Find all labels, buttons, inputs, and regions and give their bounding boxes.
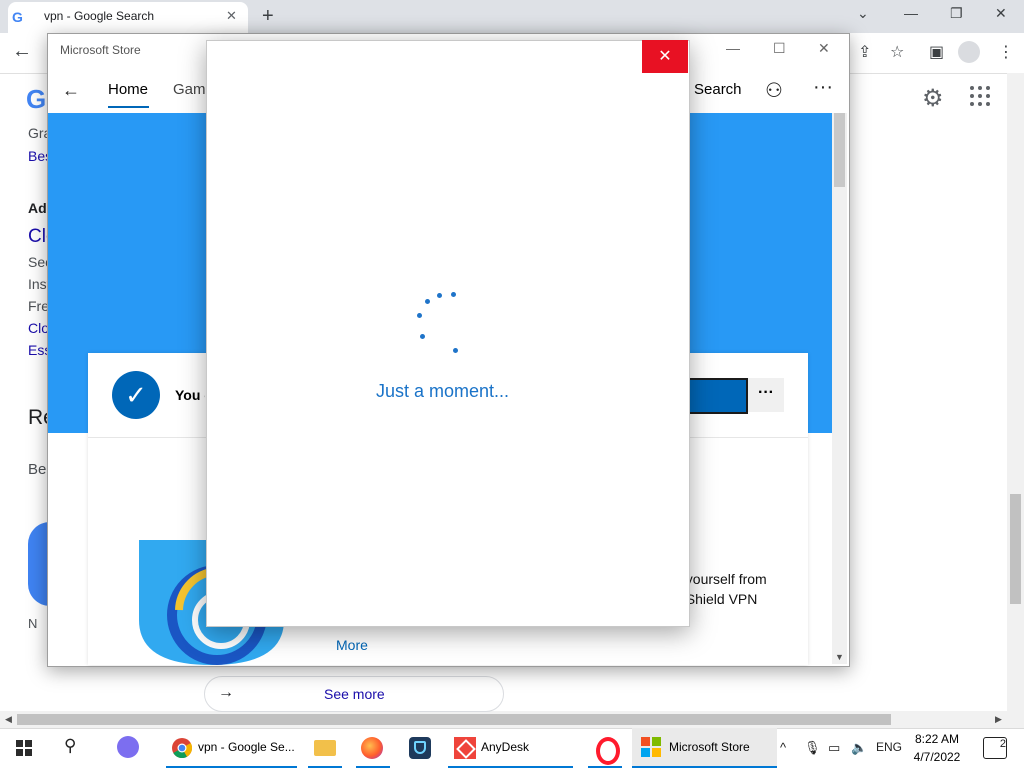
bookmark-star-icon[interactable]: ☆ — [890, 42, 904, 62]
store-maximize-icon[interactable]: ☐ — [773, 40, 786, 57]
result-fragment: Inst — [28, 276, 48, 292]
google-logo: G — [26, 84, 47, 114]
opera-icon[interactable] — [596, 737, 620, 765]
owned-check-icon: ✓ — [112, 371, 160, 419]
ad-label: Ad — [28, 200, 47, 216]
spinner-dot — [437, 293, 442, 298]
windows-start-icon[interactable] — [16, 740, 32, 756]
store-scroll-down-icon[interactable]: ▼ — [835, 652, 844, 662]
volume-icon[interactable]: 🔈 — [851, 740, 867, 756]
spinner-dot — [453, 348, 458, 353]
arrow-right-icon: → — [218, 684, 234, 701]
microsoft-store-icon — [641, 737, 661, 757]
owned-status-text: You o — [175, 387, 205, 403]
loading-text: Just a moment... — [376, 381, 510, 401]
page-vertical-scroll-thumb[interactable] — [1010, 494, 1021, 604]
store-close-icon[interactable]: ✕ — [818, 40, 830, 57]
taskbar-app-label: AnyDesk — [481, 740, 530, 754]
page-vertical-scrollbar[interactable] — [1007, 73, 1024, 713]
restore-icon[interactable]: ❐ — [950, 5, 963, 22]
store-window-title: Microsoft Store — [60, 43, 141, 57]
app-description-line: t yourself from — [678, 571, 767, 587]
store-scrollbar[interactable] — [832, 113, 847, 664]
nav-gaming-tab[interactable]: Gami — [173, 81, 209, 98]
store-scroll-thumb[interactable] — [834, 113, 845, 187]
shield-glyph-icon — [414, 741, 426, 754]
tab-search-chevron-icon[interactable]: ⌄ — [857, 5, 869, 22]
taskbar-app-label: Microsoft Store — [669, 740, 750, 754]
show-hidden-icons-chevron-icon[interactable]: ^ — [780, 740, 786, 755]
nav-home-underline — [108, 106, 149, 108]
result-fragment: Free — [28, 298, 48, 314]
result-fragment: N — [28, 616, 38, 631]
nav-search-button[interactable]: Search — [694, 81, 742, 98]
scroll-right-arrow-icon[interactable]: ▶ — [995, 714, 1002, 725]
google-favicon-icon: G — [12, 9, 23, 25]
minimize-icon[interactable]: — — [904, 5, 918, 21]
result-fragment[interactable]: Clo — [28, 320, 48, 336]
profile-avatar-icon[interactable] — [958, 41, 980, 63]
window-close-icon[interactable]: ✕ — [995, 5, 1007, 22]
network-icon[interactable]: ▭ — [828, 740, 840, 756]
spinner-dot — [451, 292, 456, 297]
notifications-icon[interactable]: 2 — [983, 737, 1007, 759]
settings-gear-icon[interactable]: ⚙ — [922, 84, 944, 113]
back-arrow-icon[interactable]: ← — [12, 40, 32, 63]
spinner-dot — [420, 334, 425, 339]
nav-home-tab[interactable]: Home — [108, 81, 148, 98]
new-tab-plus-icon[interactable]: + — [262, 5, 274, 28]
chrome-icon — [172, 738, 192, 758]
spinner-dot — [417, 313, 422, 318]
taskbar-search-icon[interactable]: ⚲ — [64, 736, 76, 756]
install-button[interactable] — [686, 378, 748, 414]
result-fragment[interactable]: Ess — [28, 342, 48, 358]
notification-count: 2 — [999, 738, 1006, 750]
microphone-icon[interactable]: 🎙 — [804, 740, 821, 756]
store-minimize-icon[interactable]: — — [726, 40, 740, 56]
page-horizontal-scroll-thumb[interactable] — [17, 714, 891, 725]
account-add-icon[interactable]: ⚇ — [765, 78, 783, 103]
language-indicator[interactable]: ENG — [876, 740, 902, 754]
cortana-icon[interactable] — [117, 736, 139, 758]
scroll-left-arrow-icon[interactable]: ◀ — [5, 714, 12, 725]
tab-close-icon[interactable]: ✕ — [226, 8, 237, 24]
result-fragment: Sec — [28, 254, 48, 270]
share-icon[interactable]: ⇪ — [858, 42, 871, 62]
loading-dialog — [206, 40, 690, 627]
spinner-dot — [425, 299, 430, 304]
more-link[interactable]: More — [336, 637, 368, 653]
result-fragment: Be — [28, 461, 47, 478]
store-back-arrow-icon[interactable]: ← — [62, 80, 80, 101]
chrome-menu-icon[interactable]: ⋮ — [998, 42, 1014, 62]
see-more-label: See more — [324, 686, 385, 702]
clock-date[interactable]: 4/7/2022 — [904, 750, 970, 764]
dialog-close-button[interactable]: ✕ — [642, 40, 688, 73]
more-options-icon[interactable]: ··· — [813, 76, 833, 99]
result-fragment: Gra — [28, 125, 48, 141]
firefox-icon[interactable] — [361, 737, 383, 759]
google-apps-icon[interactable] — [970, 86, 990, 106]
clock-time[interactable]: 8:22 AM — [904, 732, 970, 746]
tab-title: vpn - Google Search — [44, 9, 155, 23]
card-more-options-button[interactable]: ··· — [748, 378, 784, 412]
taskbar-app-label: vpn - Google Se... — [198, 740, 295, 754]
side-panel-icon[interactable]: ▣ — [929, 42, 944, 62]
result-fragment[interactable]: Bes — [28, 148, 48, 164]
file-explorer-icon[interactable] — [314, 740, 336, 756]
